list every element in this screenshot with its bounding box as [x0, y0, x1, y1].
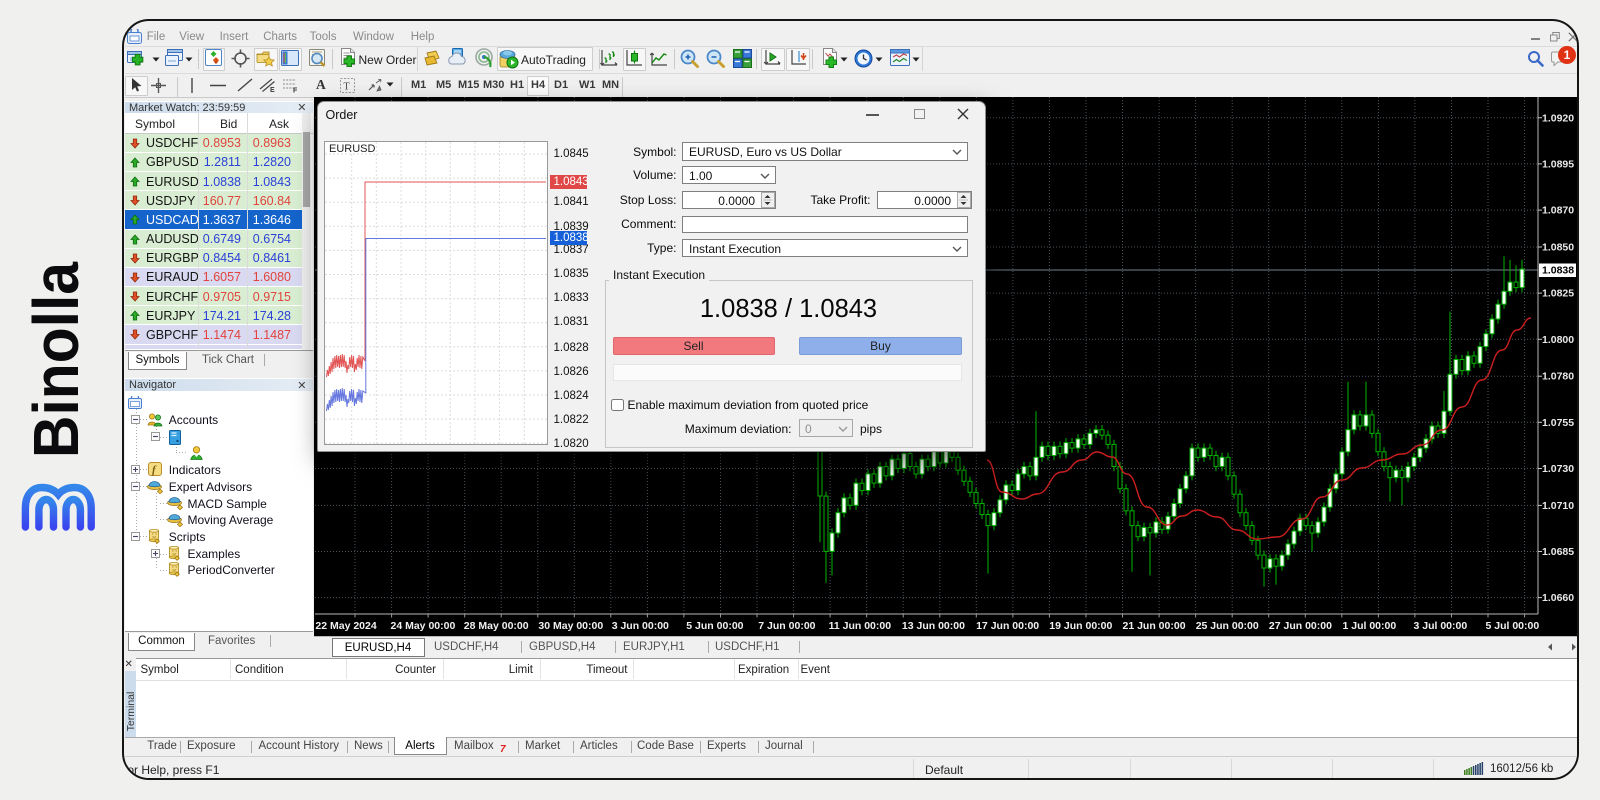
svg-text:7 Jun 00:00: 7 Jun 00:00	[758, 620, 815, 632]
svg-text:1 Jul 00:00: 1 Jul 00:00	[1343, 620, 1397, 632]
svg-text:1.0850: 1.0850	[1542, 242, 1574, 254]
svg-text:1.0660: 1.0660	[1542, 592, 1574, 604]
svg-text:28 May 00:00: 28 May 00:00	[464, 620, 529, 632]
svg-text:1.0685: 1.0685	[1542, 546, 1574, 558]
svg-text:3 Jul 00:00: 3 Jul 00:00	[1414, 620, 1468, 632]
svg-text:E: E	[270, 87, 275, 93]
svg-text:5 Jun 00:00: 5 Jun 00:00	[686, 620, 743, 632]
svg-text:1.0838: 1.0838	[1542, 265, 1574, 277]
svg-text:1.0895: 1.0895	[1542, 158, 1574, 170]
svg-text:1.0870: 1.0870	[1542, 205, 1574, 217]
svg-text:13 Jun 00:00: 13 Jun 00:00	[902, 620, 965, 632]
svg-text:17 Jun 00:00: 17 Jun 00:00	[976, 620, 1039, 632]
svg-text:5 Jul 00:00: 5 Jul 00:00	[1486, 620, 1540, 632]
svg-text:25 Jun 00:00: 25 Jun 00:00	[1196, 620, 1259, 632]
svg-text:24 May 00:00: 24 May 00:00	[391, 620, 456, 632]
svg-text:3 Jun 00:00: 3 Jun 00:00	[612, 620, 669, 632]
svg-text:19 Jun 00:00: 19 Jun 00:00	[1049, 620, 1112, 632]
svg-text:1.0755: 1.0755	[1542, 417, 1574, 429]
svg-text:22 May 2024: 22 May 2024	[315, 620, 376, 632]
svg-text:1.0780: 1.0780	[1542, 371, 1574, 383]
svg-text:1.0800: 1.0800	[1542, 334, 1574, 346]
svg-text:F: F	[293, 88, 298, 94]
svg-text:21 Jun 00:00: 21 Jun 00:00	[1123, 620, 1186, 632]
svg-text:27 Jun 00:00: 27 Jun 00:00	[1269, 620, 1332, 632]
svg-text:1.0730: 1.0730	[1542, 463, 1574, 475]
svg-text:30 May 00:00: 30 May 00:00	[538, 620, 603, 632]
svg-text:Binolla: Binolla	[20, 262, 92, 458]
svg-text:1.0825: 1.0825	[1542, 288, 1574, 300]
svg-text:11 Jun 00:00: 11 Jun 00:00	[829, 620, 892, 632]
svg-text:T: T	[344, 82, 350, 93]
svg-text:1.0710: 1.0710	[1542, 500, 1574, 512]
svg-text:1.0920: 1.0920	[1542, 112, 1574, 124]
